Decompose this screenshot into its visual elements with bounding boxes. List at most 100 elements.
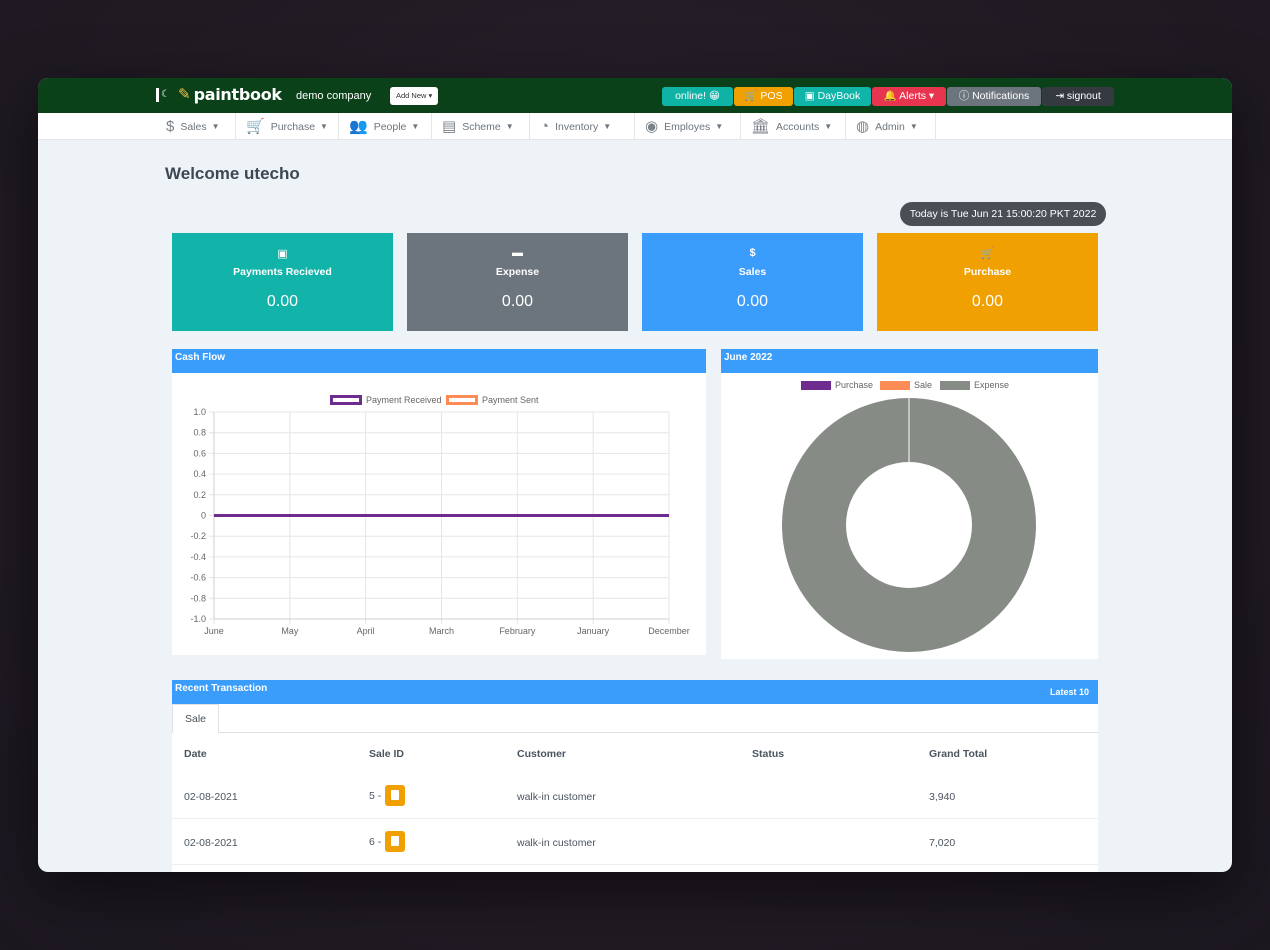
nav-item-inventory[interactable]: ◔ Inventory ▼ xyxy=(530,113,635,140)
row-date: 02-08-2021 xyxy=(184,791,238,803)
card-label: Purchase xyxy=(963,266,1012,278)
card-label: Payments Recieved xyxy=(233,266,332,278)
chevron-down-icon: ▼ xyxy=(211,122,220,131)
x-tick-label: February xyxy=(499,626,536,636)
user-circle-icon: ◉ xyxy=(645,118,659,135)
money-icon: ▬ xyxy=(512,247,523,259)
x-tick-label: January xyxy=(577,626,610,636)
invoice-document-icon[interactable] xyxy=(385,831,405,852)
expense-card[interactable]: ▬ Expense 0.00 xyxy=(407,233,628,331)
page-title: Welcome utecho xyxy=(165,164,300,183)
card-value: 0.00 xyxy=(501,293,534,310)
tab-sale[interactable]: Sale xyxy=(172,704,219,733)
nav-item-employes[interactable]: ◉ Employes ▼ xyxy=(635,113,741,140)
daybook-button[interactable]: ▣ DayBook xyxy=(794,87,871,106)
add-new-button[interactable]: Add New ▾ xyxy=(390,87,439,105)
x-tick-label: March xyxy=(429,626,454,636)
main-nav: $ Sales ▼ 🛒 Purchase ▼ 👥 People ▼ ▤ Sche… xyxy=(38,113,1232,140)
nav-item-accounts[interactable]: 🏛 Accounts ▼ xyxy=(741,113,846,140)
row-date: 02-08-2021 xyxy=(184,837,238,849)
signout-button[interactable]: ⇥ signout xyxy=(1042,87,1114,106)
y-tick-label: 0.4 xyxy=(193,469,206,479)
online-status-button[interactable]: online! 😁 xyxy=(662,87,733,106)
date-badge: Today is Tue Jun 21 15:00:20 PKT 2022 xyxy=(900,202,1106,226)
x-tick-label: December xyxy=(648,626,690,636)
card-value: 0.00 xyxy=(971,293,1004,310)
nav-item-admin[interactable]: ◍ Admin ▼ xyxy=(846,113,936,140)
paint-brush-icon: ✎ xyxy=(178,86,191,103)
y-tick-label: -0.8 xyxy=(190,593,206,603)
chevron-down-icon: ▼ xyxy=(715,122,724,131)
june-donut-chart xyxy=(782,398,1036,652)
nav-item-sales[interactable]: $ Sales ▼ xyxy=(156,113,236,140)
y-tick-label: 0.8 xyxy=(193,428,206,438)
chevron-down-icon: ▼ xyxy=(320,122,328,131)
globe-icon: ◍ xyxy=(856,118,870,135)
x-tick-label: May xyxy=(281,626,299,636)
dollar-icon: $ xyxy=(749,247,756,259)
chevron-down-icon: ▼ xyxy=(909,122,918,131)
card-value: 0.00 xyxy=(266,293,299,310)
chevron-down-icon: ▼ xyxy=(505,122,514,131)
top-bar: ☾ ✎ paintbook demo company Add New ▾ onl… xyxy=(38,78,1232,113)
row-sale-id: 5 - xyxy=(369,790,382,802)
row-grand-total: 3,940 xyxy=(929,791,956,803)
chevron-down-icon: ▼ xyxy=(824,122,833,131)
y-tick-label: -1.0 xyxy=(190,614,206,624)
y-tick-label: 0.6 xyxy=(193,448,206,458)
alerts-button[interactable]: 🔔 Alerts ▾ xyxy=(872,87,946,106)
nav-item-label: Accounts xyxy=(776,120,820,133)
column-header-grand-total[interactable]: Grand Total xyxy=(929,748,987,760)
chevron-down-icon: ▼ xyxy=(411,122,420,131)
column-header-customer[interactable]: Customer xyxy=(517,748,566,760)
payments-received-card[interactable]: ▣ Payments Recieved 0.00 xyxy=(172,233,393,331)
nav-item-scheme[interactable]: ▤ Scheme ▼ xyxy=(432,113,530,140)
tab-divider xyxy=(219,732,1098,733)
x-tick-label: June xyxy=(204,626,224,636)
card-label: Sales xyxy=(738,266,767,278)
recent-transaction-panel: Recent Transaction Latest 10 Sale Date S… xyxy=(172,680,1098,872)
row-customer: walk-in customer xyxy=(517,837,596,849)
nav-item-label: Purchase xyxy=(270,120,316,133)
row-grand-total: 7,020 xyxy=(929,837,956,849)
nav-item-label: Employes xyxy=(664,120,711,133)
column-header-sale-id[interactable]: Sale ID xyxy=(369,748,404,760)
app-window: ☾ ✎ paintbook demo company Add New ▾ onl… xyxy=(38,78,1232,872)
june-panel: June 2022 Purchase Sale Expense xyxy=(721,349,1098,659)
nav-item-label: Scheme xyxy=(462,120,501,133)
y-tick-label: 0.2 xyxy=(193,490,206,500)
card-label: Expense xyxy=(495,266,540,278)
latest-badge: Latest 10 xyxy=(1049,687,1089,697)
y-tick-label: 0 xyxy=(201,511,206,521)
y-tick-label: -0.2 xyxy=(190,531,206,541)
nav-item-label: Sales xyxy=(180,120,207,133)
column-header-status[interactable]: Status xyxy=(752,748,784,760)
users-icon: 👥 xyxy=(349,118,368,135)
notifications-button[interactable]: ⓘ Notifications xyxy=(947,87,1041,106)
pos-button[interactable]: 🛒 POS xyxy=(734,87,793,106)
id-card-icon: ▤ xyxy=(442,118,457,135)
y-tick-label: 1.0 xyxy=(193,407,206,417)
nav-item-people[interactable]: 👥 People ▼ xyxy=(339,113,432,140)
brand-logo[interactable]: ☾ ✎ paintbook xyxy=(156,86,282,104)
cart-icon: 🛒 xyxy=(980,248,995,260)
cart-icon: 🛒 xyxy=(246,118,265,135)
row-divider xyxy=(172,864,1098,865)
pakistan-flag-icon: ☾ xyxy=(156,88,170,102)
sales-card[interactable]: $ Sales 0.00 xyxy=(642,233,863,331)
column-header-date[interactable]: Date xyxy=(184,748,207,760)
bank-icon: 🏛 xyxy=(751,118,771,135)
row-divider xyxy=(172,818,1098,819)
nav-item-purchase[interactable]: 🛒 Purchase ▼ xyxy=(236,113,339,140)
company-name: demo company xyxy=(296,90,372,102)
nav-item-label: Admin xyxy=(875,120,905,133)
purchase-card[interactable]: 🛒 Purchase 0.00 xyxy=(877,233,1098,331)
y-tick-label: -0.4 xyxy=(190,552,206,562)
card-value: 0.00 xyxy=(736,293,769,310)
row-customer: walk-in customer xyxy=(517,791,596,803)
money-bill-icon: ▣ xyxy=(277,248,288,260)
y-tick-label: -0.6 xyxy=(190,573,206,583)
cash-flow-panel: Cash Flow Payment Received Payment Sent … xyxy=(172,349,706,655)
invoice-document-icon[interactable] xyxy=(385,785,405,806)
row-sale-id: 6 - xyxy=(369,836,382,848)
